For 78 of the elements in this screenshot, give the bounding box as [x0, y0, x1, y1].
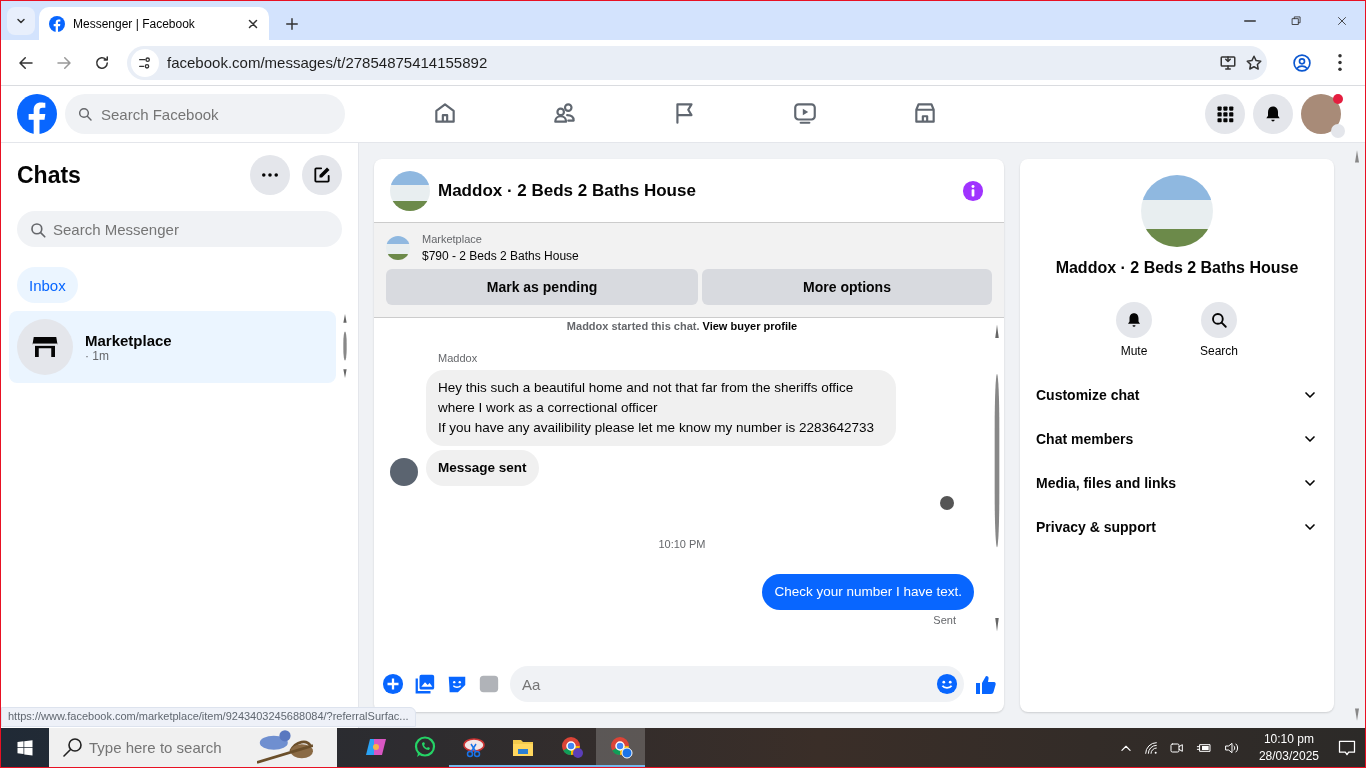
sender-name: Maddox: [438, 352, 479, 364]
notification-dot: [1333, 94, 1343, 104]
new-message-button[interactable]: [302, 155, 342, 195]
section-toggle[interactable]: Privacy & support: [1036, 505, 1318, 549]
message-input[interactable]: Aa: [510, 666, 964, 702]
grid-icon: [1215, 104, 1235, 124]
search-icon: [63, 738, 82, 757]
conversation-title: Maddox · 2 Beds 2 Baths House: [438, 180, 697, 201]
info-icon[interactable]: [962, 179, 984, 202]
status-url: https://www.facebook.com/marketplace/item/9243403245688084/?referralSurfac...: [1, 707, 416, 727]
search-icon: [1210, 311, 1228, 329]
taskbar-search[interactable]: Type here to search: [49, 728, 337, 767]
close-icon[interactable]: [247, 17, 259, 30]
account-icon: [1292, 52, 1312, 73]
search-icon: [29, 221, 47, 239]
chrome-icon: [608, 734, 633, 759]
clock[interactable]: 10:10 pm 28/03/2025: [1258, 730, 1319, 765]
search-field[interactable]: Search Facebook: [65, 94, 345, 134]
action-button[interactable]: Mark as pending: [386, 269, 698, 305]
windows-logo-icon: [16, 738, 34, 757]
taskbar-app[interactable]: [596, 728, 645, 767]
compose-icon: [312, 165, 332, 185]
section-toggle[interactable]: Media, files and links: [1036, 461, 1318, 505]
facebook-logo-icon: [49, 15, 65, 32]
chat-item[interactable]: Marketplace · 1m: [9, 311, 336, 383]
buyer-profile-link[interactable]: View buyer profile: [702, 320, 798, 332]
listing-title: $790 - 2 Beds 2 Baths House: [422, 249, 579, 263]
details-action[interactable]: Search: [1194, 301, 1244, 359]
sliders-icon[interactable]: [137, 54, 153, 71]
section-toggle[interactable]: Customize chat: [1036, 373, 1318, 417]
browser-tab[interactable]: Messenger | Facebook: [39, 7, 269, 40]
message-bubble: Message sent: [426, 450, 539, 486]
notifications-button[interactable]: [1253, 94, 1293, 134]
sidebar-title: Chats: [17, 161, 82, 189]
install-app-icon[interactable]: [1219, 53, 1237, 72]
chat-notice: Maddox started this chat. View buyer profile: [565, 320, 799, 332]
address-bar[interactable]: facebook.com/messages/t/27854875414155892: [127, 45, 1267, 80]
listing-photo: [386, 236, 410, 260]
like-button[interactable]: [974, 673, 996, 695]
message-bubble: Hey this such a beautiful home and not that far from the sheriffs office where I work as a correctional officer If you have any availibility please let me know my number is 2283642733: [426, 370, 896, 446]
bell-icon: [1125, 311, 1143, 329]
filter-tab[interactable]: Inbox: [17, 267, 78, 303]
plus-circle-icon: [382, 673, 404, 695]
composer-tool[interactable]: [382, 673, 404, 695]
emoji-icon[interactable]: [936, 673, 958, 695]
listing-label: Marketplace: [422, 233, 483, 245]
more-vertical-icon: [1338, 54, 1342, 71]
url-text: facebook.com/messages/t/27854875414155892: [167, 54, 489, 71]
chrome-icon: [559, 734, 584, 759]
search-field[interactable]: Search Messenger: [17, 211, 342, 247]
thumbs-up-icon: [974, 673, 998, 697]
section-toggle[interactable]: Chat members: [1036, 417, 1318, 461]
timestamp: 10:10 PM: [657, 538, 707, 550]
search-icon: [77, 106, 93, 122]
reload-icon: [93, 53, 111, 72]
plus-icon: [285, 17, 299, 31]
wifi-icon[interactable]: [1142, 739, 1159, 756]
chat-bubble-icon: [412, 734, 437, 759]
facebook-logo-icon[interactable]: [17, 94, 57, 134]
restore-icon: [1289, 13, 1303, 28]
message-bubble: Check your number I have text.: [762, 574, 974, 610]
message-status: Sent: [933, 614, 956, 626]
details-title: Maddox · 2 Beds 2 Baths House: [1054, 259, 1300, 277]
tab-title: Messenger | Facebook: [73, 16, 196, 31]
chat-time: · 1m: [85, 348, 109, 363]
read-receipt-avatar: [940, 496, 954, 510]
details-action[interactable]: Mute: [1110, 301, 1158, 359]
minimize-icon: [1244, 19, 1256, 22]
menu-button[interactable]: [1205, 94, 1245, 134]
more-horizontal-icon: [262, 173, 278, 177]
star-icon[interactable]: [1245, 53, 1263, 72]
photo-icon: [414, 673, 436, 695]
composer-tool[interactable]: [414, 673, 436, 695]
action-button[interactable]: More options: [702, 269, 992, 305]
listing-photo: [390, 170, 430, 211]
chat-name: Marketplace: [85, 331, 172, 349]
options-button[interactable]: [250, 155, 290, 195]
gif-icon: [478, 673, 500, 695]
